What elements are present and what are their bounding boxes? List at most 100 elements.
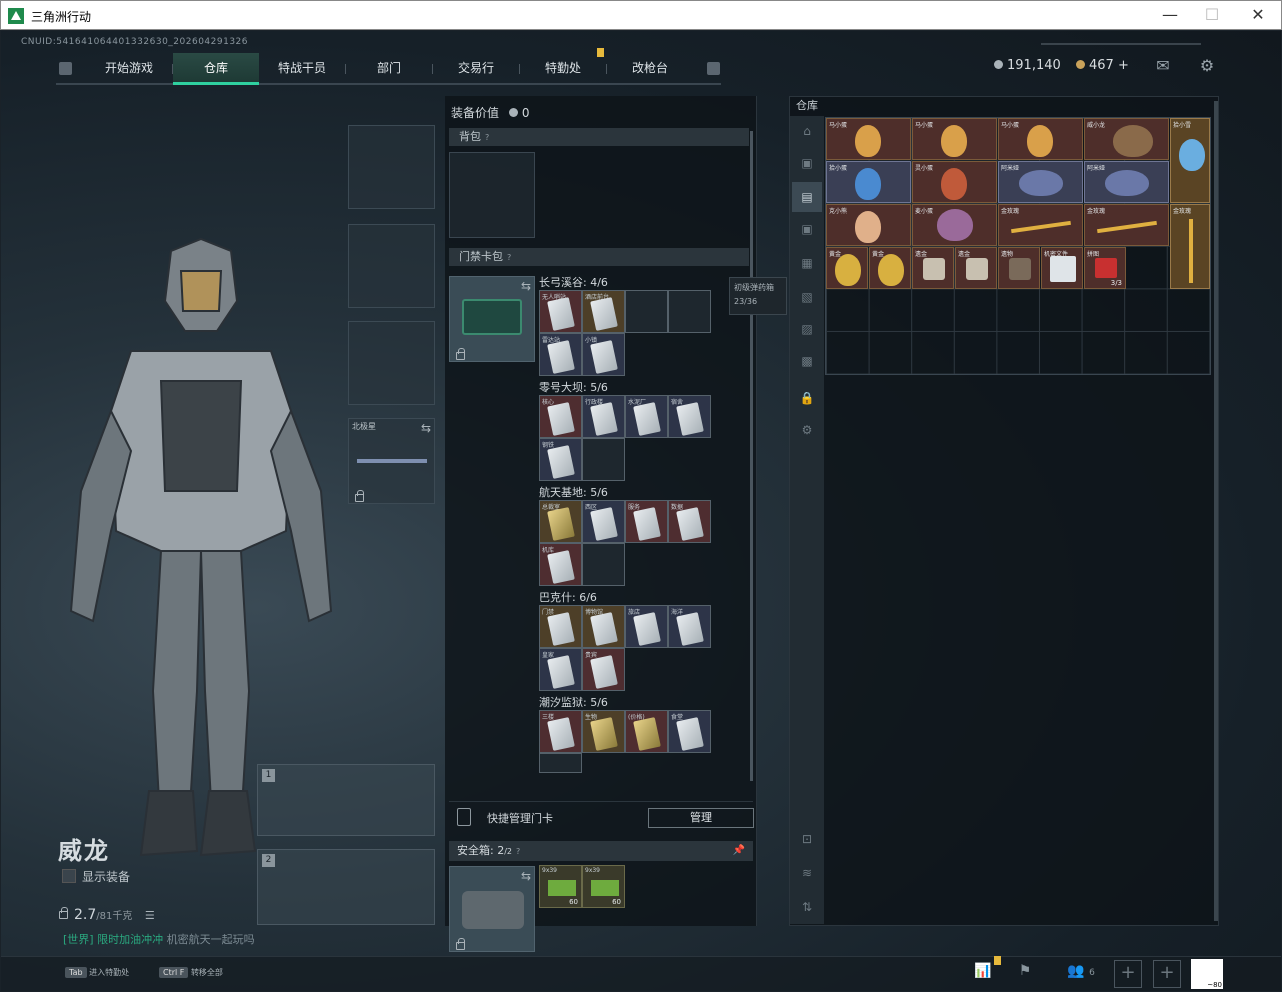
warehouse-item[interactable]: 金玫瑰 — [1084, 204, 1169, 246]
lock-icon[interactable]: 🔒 — [798, 391, 816, 409]
minimize-button[interactable]: — — [1159, 5, 1181, 27]
keycard-cell[interactable]: 核心 — [539, 395, 582, 438]
keycard-cell[interactable]: (价格) — [625, 710, 668, 753]
keycard-cell[interactable]: 生物 — [582, 710, 625, 753]
transfer-icon[interactable]: ⇅ — [798, 900, 816, 918]
friends-icon[interactable]: 👥 6 — [1061, 963, 1101, 985]
keycard-cell[interactable]: 无人哨站 — [539, 290, 582, 333]
keycard-cell[interactable]: 小镇 — [582, 333, 625, 376]
warehouse-item[interactable]: 阿米娅 — [1084, 161, 1169, 203]
keycard-cell[interactable]: 旅店 — [625, 605, 668, 648]
warehouse-item[interactable]: 克小熊 — [826, 204, 911, 246]
warehouse-item[interactable]: 马小蛋 — [998, 118, 1083, 160]
help-icon[interactable]: ? — [485, 129, 489, 147]
keycard-cell-empty[interactable] — [625, 290, 668, 333]
add-teammate-button[interactable]: + — [1114, 960, 1142, 988]
warehouse-category-icon[interactable]: ▦ — [798, 256, 816, 274]
keycard-cell[interactable]: 钢铁 — [539, 438, 582, 481]
flag-icon[interactable]: ⚑ — [1013, 963, 1037, 985]
keycard-cell[interactable]: 门禁 — [539, 605, 582, 648]
keycard-cell[interactable]: 行政楼 — [582, 395, 625, 438]
add-currency-icon[interactable]: + — [1118, 58, 1129, 73]
keycard-cell-empty[interactable] — [582, 438, 625, 481]
warehouse-category-icon[interactable]: ▨ — [798, 322, 816, 340]
keycard-cell[interactable]: 宿舍 — [668, 395, 711, 438]
world-chat-line[interactable]: [世界] 限时加油冲冲 机密航天一起玩吗 — [63, 931, 255, 947]
add-teammate-button[interactable]: + — [1153, 960, 1181, 988]
tab-special-ops[interactable]: 特勤处 — [520, 53, 606, 85]
warehouse-item[interactable]: 阿米娅 — [998, 161, 1083, 203]
keycard-cell[interactable]: 机库 — [539, 543, 582, 586]
warehouse-category-icon[interactable]: ▧ — [798, 290, 816, 308]
warehouse-item[interactable]: 金玫瑰 — [1170, 204, 1210, 289]
warehouse-category-selected-icon[interactable]: ▤ — [792, 182, 822, 212]
warehouse-item[interactable]: 金玫瑰 — [998, 204, 1083, 246]
nav-right-key-icon[interactable] — [707, 62, 720, 75]
keycard-cell-empty[interactable] — [668, 290, 711, 333]
keycard-cell-empty[interactable] — [539, 753, 582, 773]
maximize-button[interactable]: ☐ — [1201, 5, 1223, 27]
warehouse-item[interactable]: 黄金 — [869, 247, 911, 289]
keycard-cell[interactable]: 贵宾 — [582, 648, 625, 691]
keycard-holder-slot[interactable]: ⇆ — [449, 276, 535, 362]
keycard-cell[interactable]: 博物馆 — [582, 605, 625, 648]
tab-market[interactable]: 交易行 — [433, 53, 519, 85]
warehouse-item[interactable]: 遗金 — [955, 247, 997, 289]
list-icon[interactable]: ☰ — [145, 909, 155, 922]
armor-slot[interactable] — [348, 224, 435, 308]
secondary-weapon-slot[interactable]: 2 — [257, 849, 435, 925]
warehouse-item[interactable]: 机密文件 — [1041, 247, 1083, 289]
layers-icon[interactable]: ≋ — [798, 866, 816, 884]
mail-icon[interactable]: ✉ — [1153, 56, 1173, 75]
keycard-cell[interactable]: 总裁室 — [539, 500, 582, 543]
warehouse-item[interactable]: 麦小蛋 — [912, 204, 997, 246]
safebox-slot[interactable]: ⇆ — [449, 866, 535, 952]
tab-warehouse[interactable]: 仓库 — [173, 53, 259, 85]
close-button[interactable]: ✕ — [1247, 5, 1269, 27]
warehouse-item[interactable]: 黄金 — [826, 247, 868, 289]
settings-gear-icon[interactable]: ⚙ — [798, 423, 816, 441]
show-gear-checkbox[interactable] — [62, 869, 76, 883]
keycard-cell[interactable]: 数据 — [668, 500, 711, 543]
keycard-cell-empty[interactable] — [582, 543, 625, 586]
backpack-slot[interactable] — [449, 152, 535, 238]
ammo-item[interactable]: 9x39 60 — [539, 865, 582, 908]
melee-slot[interactable]: 北极星 ⇆ — [348, 418, 435, 504]
keycard-cell[interactable]: 水泥厂 — [625, 395, 668, 438]
warehouse-category-all-icon[interactable]: ⌂ — [798, 124, 816, 142]
warehouse-scrollbar[interactable] — [1214, 101, 1218, 921]
manage-button[interactable]: 管理 — [648, 808, 754, 828]
keycard-cell[interactable]: 食堂 — [668, 710, 711, 753]
pistol-slot[interactable] — [348, 321, 435, 405]
avatar[interactable]: ~80 — [1191, 959, 1223, 989]
swap-icon[interactable]: ⇆ — [521, 869, 531, 883]
warehouse-item[interactable]: 威小龙 — [1084, 118, 1169, 160]
keycard-cell[interactable]: 三楼 — [539, 710, 582, 753]
nav-left-key-icon[interactable] — [59, 62, 72, 75]
warehouse-item[interactable]: 马小蛋 — [912, 118, 997, 160]
helmet-slot[interactable] — [348, 125, 435, 209]
warehouse-item[interactable]: 遗物 — [998, 247, 1040, 289]
keycard-cell[interactable]: 雷达站 — [539, 333, 582, 376]
warehouse-category-icon[interactable]: ▩ — [798, 354, 816, 372]
warehouse-item[interactable]: 马小蛋 — [826, 118, 911, 160]
swap-icon[interactable]: ⇆ — [421, 421, 431, 435]
keycard-cell[interactable]: 西区 — [582, 500, 625, 543]
hint-special-ops[interactable]: Tab 进入特勤处 — [65, 967, 129, 978]
warehouse-item[interactable]: 拼图 3/3 — [1084, 247, 1126, 289]
keycard-cell[interactable]: 海洋 — [668, 605, 711, 648]
settings-gear-icon[interactable]: ⚙ — [1197, 56, 1217, 75]
sort-icon[interactable]: ⊡ — [798, 832, 816, 850]
keycard-cell[interactable]: 酒店前台 — [582, 290, 625, 333]
warehouse-category-icon[interactable]: ▣ — [798, 222, 816, 240]
warehouse-category-icon[interactable]: ▣ — [798, 156, 816, 174]
tab-start-game[interactable]: 开始游戏 — [86, 53, 172, 85]
help-icon[interactable]: ? — [516, 842, 520, 862]
pin-icon[interactable]: 📌 — [733, 841, 745, 861]
keycard-scrollbar[interactable] — [750, 131, 753, 781]
keycard-cell[interactable]: 服务 — [625, 500, 668, 543]
stats-chart-icon[interactable]: 📊 — [971, 963, 995, 985]
hint-transfer-all[interactable]: Ctrl F 转移全部 — [159, 967, 223, 978]
warehouse-item[interactable]: 遗金 — [912, 247, 954, 289]
tab-operators[interactable]: 特战干员 — [259, 53, 345, 85]
